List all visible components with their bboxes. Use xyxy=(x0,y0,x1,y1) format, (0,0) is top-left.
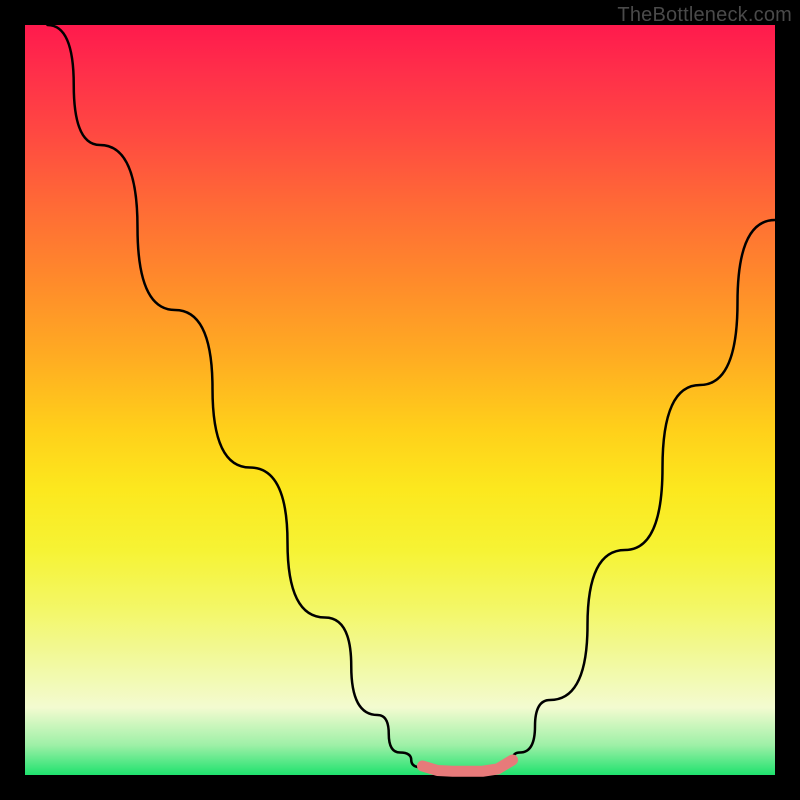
bottleneck-curve xyxy=(48,25,776,771)
optimal-zone-highlight xyxy=(423,760,513,771)
plot-gradient-area xyxy=(25,25,775,775)
watermark-text: TheBottleneck.com xyxy=(617,4,792,27)
chart-frame: TheBottleneck.com xyxy=(0,0,800,800)
curve-overlay xyxy=(25,25,775,775)
